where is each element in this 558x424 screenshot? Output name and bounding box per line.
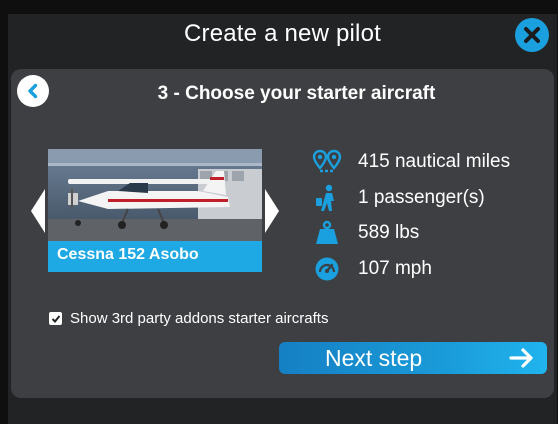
stat-weight: 589 lbs [311,218,551,248]
aircraft-name: Cessna 152 Asobo [48,241,262,272]
next-step-button[interactable]: Next step [279,342,547,374]
weight-icon [316,220,338,244]
stat-passengers-label: 1 passenger(s) [358,187,485,208]
close-button[interactable] [515,18,549,52]
stat-passengers: 1 passenger(s) [311,183,551,213]
range-pin-icon [312,149,342,173]
speedometer-icon [315,257,339,281]
passenger-icon [316,184,334,211]
stat-weight-label: 589 lbs [358,222,420,243]
stat-speed-label: 107 mph [358,258,432,279]
stat-range: 415 nautical miles [311,147,551,177]
show-3rd-party-option[interactable]: Show 3rd party addons starter aircrafts [49,310,328,327]
arrow-right-icon[interactable] [265,189,279,233]
aircraft-photo-icon [48,149,262,241]
aircraft-image [48,149,262,241]
create-pilot-dialog: Create a new pilot 3 - Choose your start… [8,14,557,424]
stat-range-label: 415 nautical miles [358,151,511,172]
stat-speed: 107 mph [311,254,551,284]
aircraft-carousel: Cessna 152 Asobo [31,149,279,289]
step-panel: 3 - Choose your starter aircraft Cessna … [11,69,554,398]
next-step-label: Next step [325,345,423,371]
arrow-right-icon [509,348,533,368]
close-icon [524,27,540,43]
checkmark-icon [51,314,60,323]
dialog-title: Create a new pilot [183,20,382,47]
step-title: 3 - Choose your starter aircraft [157,83,436,104]
show-3rd-party-checkbox[interactable] [49,312,62,325]
show-3rd-party-label: Show 3rd party addons starter aircrafts [70,310,329,327]
arrow-left-icon[interactable] [31,189,45,233]
